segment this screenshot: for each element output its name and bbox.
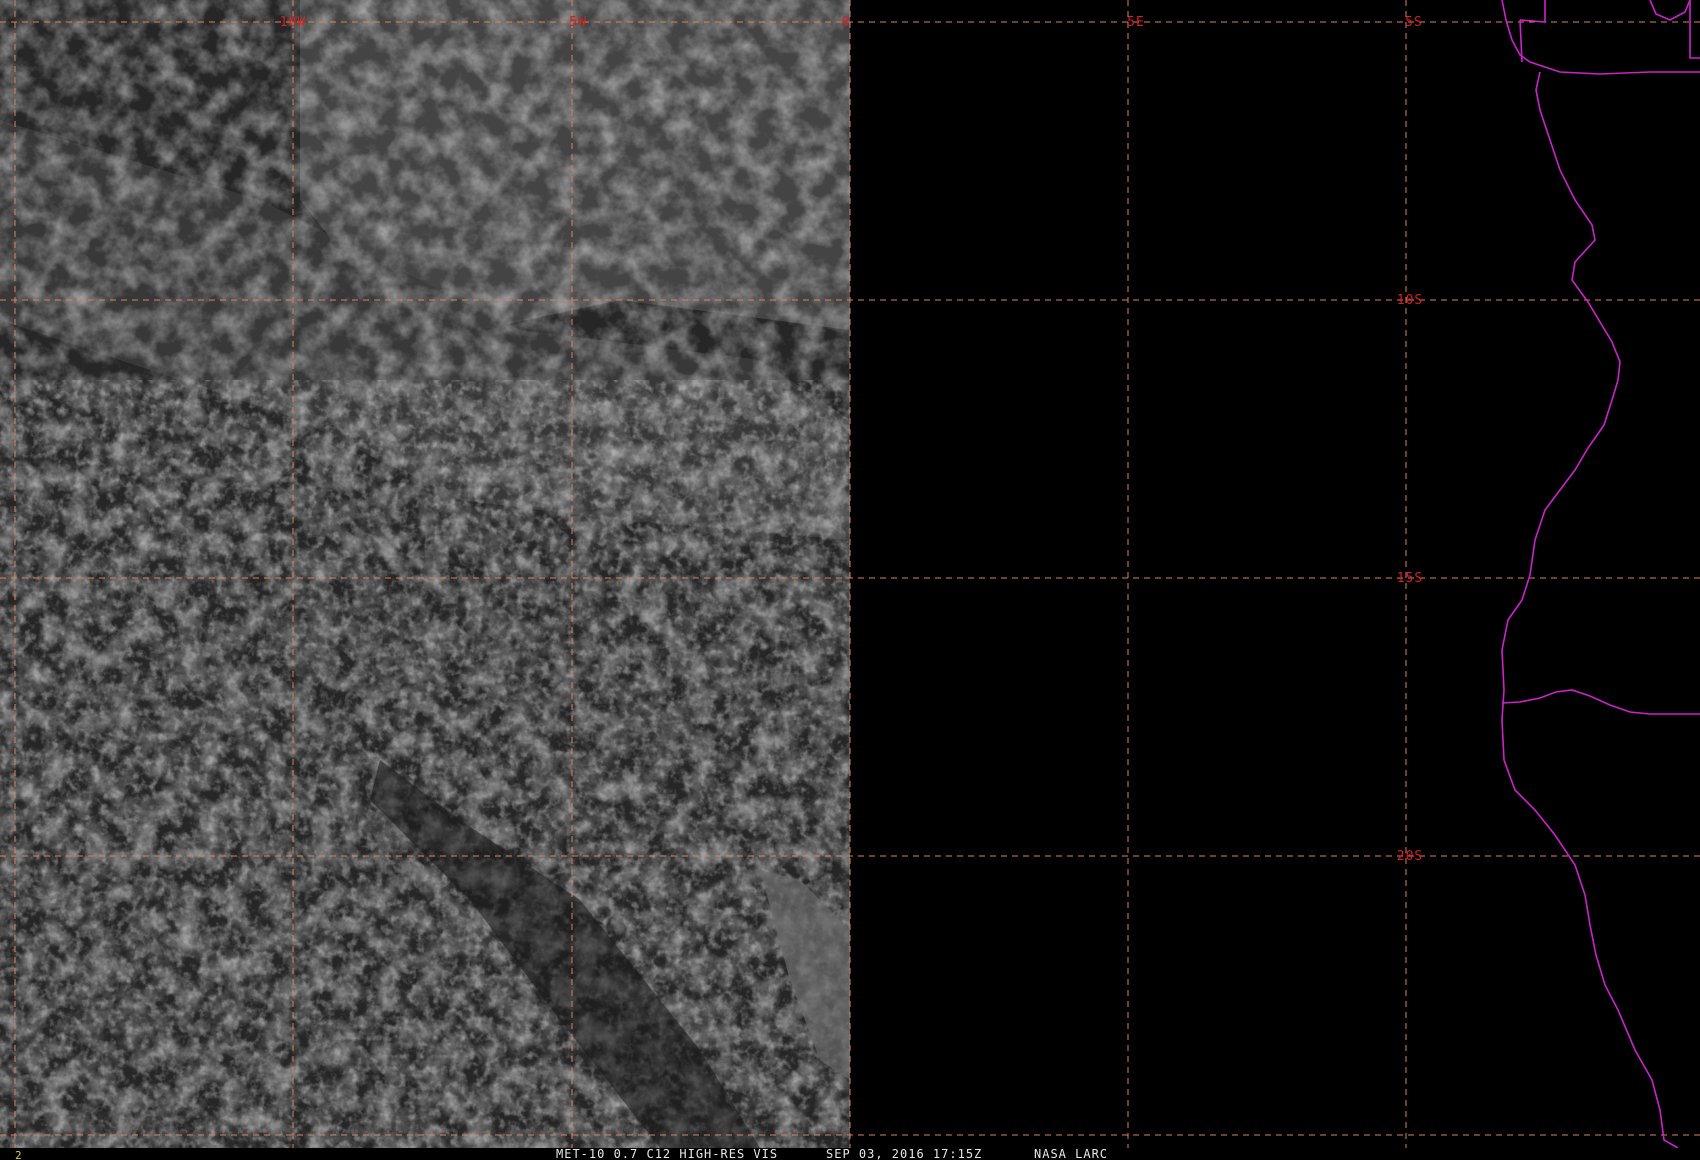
- lat-label-5s: 5S: [1405, 15, 1423, 30]
- latitude-labels: 5S 10S 15S 20S: [1397, 15, 1423, 864]
- lat-label-15s: 15S: [1397, 571, 1423, 586]
- satellite-imagery: [0, 0, 850, 1148]
- lon-label-0: 0: [842, 15, 851, 30]
- coastline: [1501, 0, 1700, 1149]
- data-source: NASA LARC: [1034, 1147, 1108, 1160]
- datetime-stamp: SEP 03, 2016 17:15Z: [826, 1147, 982, 1160]
- lon-label-5w: 5W: [569, 15, 587, 30]
- satellite-map: 10W 5W 0 5E 5S 10S 15S 20S 2 MET-10 0.7 …: [0, 0, 1700, 1160]
- lon-label-5e: 5E: [1127, 15, 1145, 30]
- lat-label-20s: 20S: [1397, 849, 1423, 864]
- lat-label-10s: 10S: [1397, 293, 1423, 308]
- panel-number: 2: [15, 1149, 22, 1160]
- lon-label-10w: 10W: [280, 15, 306, 30]
- product-name: MET-10 0.7 C12 HIGH-RES VIS: [556, 1147, 778, 1160]
- footer-bar: 2 MET-10 0.7 C12 HIGH-RES VIS SEP 03, 20…: [0, 1147, 1700, 1160]
